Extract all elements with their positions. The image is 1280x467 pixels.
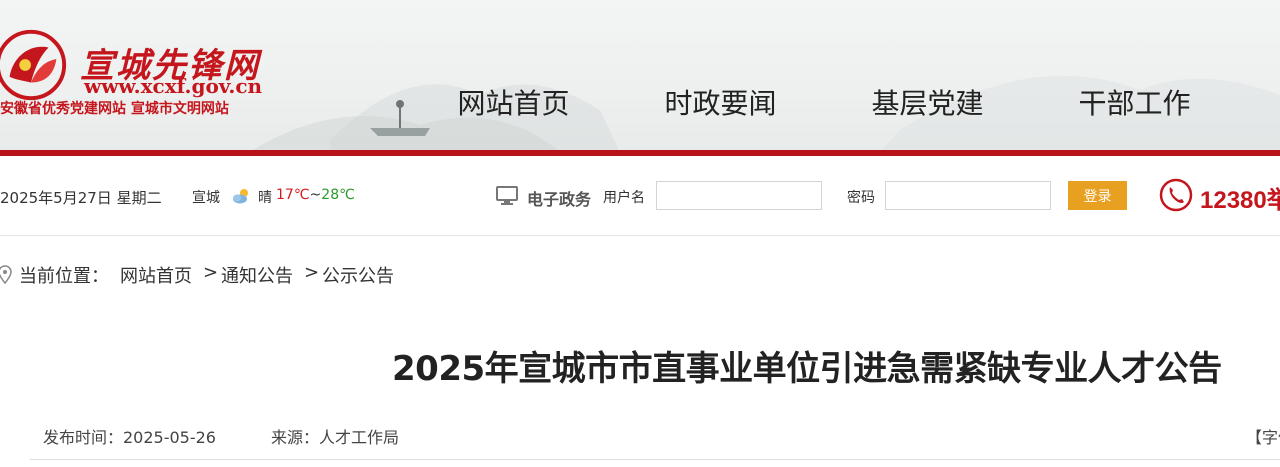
egov-label: 电子政务 bbox=[527, 190, 592, 209]
phone-icon bbox=[1159, 178, 1193, 212]
breadcrumb-public-notice-link[interactable]: 公示公告 bbox=[322, 262, 394, 288]
article-title: 2025年宣城市市直事业单位引进急需紧缺专业人才公告 bbox=[392, 349, 1222, 389]
temperature-range: 17℃~28℃ bbox=[276, 187, 355, 203]
info-bar: 2025年5月27日 星期二 宣城 晴 17℃~28℃ 电子政务 用户名 密码 … bbox=[0, 156, 1280, 236]
breadcrumb-notice-link[interactable]: 通知公告 bbox=[221, 262, 293, 288]
username-label: 用户名 bbox=[603, 190, 645, 206]
site-url: www.xcxf.gov.cn bbox=[84, 74, 263, 98]
site-logo[interactable]: 宣城先锋网 www.xcxf.gov.cn 安徽省优秀党建网站 宣城市文明网站 bbox=[0, 18, 290, 128]
article-source: 来源：人才工作局 bbox=[271, 428, 400, 447]
font-size-control[interactable]: 【字体 bbox=[1246, 424, 1280, 448]
temp-high: 28℃ bbox=[321, 187, 355, 203]
temp-separator: ~ bbox=[309, 187, 322, 203]
breadcrumb-label: 当前位置： bbox=[19, 266, 109, 287]
hotline-number[interactable]: 12380举 bbox=[1200, 180, 1280, 215]
nav-item-cadre-work[interactable]: 干部工作 bbox=[1031, 82, 1238, 126]
monitor-icon bbox=[496, 186, 518, 205]
main-nav: 网站首页 时政要闻 基层党建 干部工作 bbox=[410, 82, 1238, 126]
current-date: 2025年5月27日 星期二 bbox=[0, 189, 162, 207]
weather-condition: 晴 bbox=[258, 190, 272, 206]
breadcrumb-home-link[interactable]: 网站首页 bbox=[120, 262, 192, 288]
username-input[interactable] bbox=[656, 181, 822, 210]
party-emblem-icon bbox=[0, 29, 67, 101]
publish-time: 发布时间：2025-05-26 bbox=[43, 428, 216, 447]
nav-item-party-building[interactable]: 基层党建 bbox=[824, 82, 1031, 126]
login-button[interactable]: 登录 bbox=[1068, 181, 1127, 210]
meta-divider bbox=[30, 459, 1280, 460]
nav-item-home[interactable]: 网站首页 bbox=[410, 82, 617, 126]
password-label: 密码 bbox=[847, 190, 875, 206]
site-slogan: 安徽省优秀党建网站 宣城市文明网站 bbox=[0, 101, 229, 117]
location-pin-icon bbox=[0, 265, 12, 284]
breadcrumb-separator: > bbox=[304, 262, 320, 283]
nav-item-news[interactable]: 时政要闻 bbox=[617, 82, 824, 126]
site-header: 宣城先锋网 www.xcxf.gov.cn 安徽省优秀党建网站 宣城市文明网站 … bbox=[0, 0, 1280, 152]
breadcrumb-separator: > bbox=[203, 262, 219, 283]
temp-low: 17℃ bbox=[276, 187, 310, 203]
weather-city: 宣城 bbox=[192, 190, 220, 206]
password-input[interactable] bbox=[885, 181, 1051, 210]
partly-cloudy-icon bbox=[233, 189, 248, 204]
